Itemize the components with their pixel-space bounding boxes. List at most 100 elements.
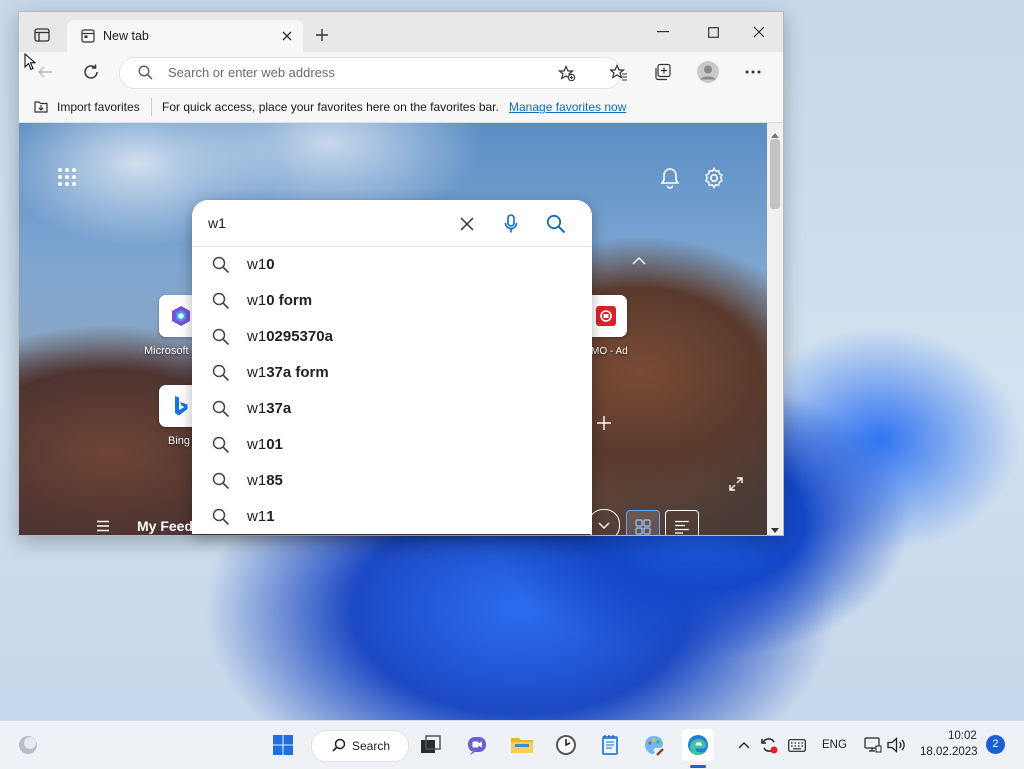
suggestion-completion: 0 — [266, 256, 275, 273]
import-favorites-icon — [33, 99, 49, 117]
suggestion-search-icon — [212, 292, 230, 313]
feed-dropdown-chevron-icon[interactable] — [588, 509, 620, 535]
list-layout-icon[interactable] — [665, 510, 699, 535]
bing-icon — [173, 395, 189, 420]
profile-avatar-icon[interactable] — [695, 59, 721, 85]
suggestion-search-icon — [212, 256, 230, 277]
collapse-chevron-up-icon[interactable] — [629, 253, 649, 269]
back-arrow-icon[interactable] — [33, 61, 57, 83]
new-tab-plus-icon[interactable] — [311, 24, 333, 46]
taskbar-search-box[interactable]: Search — [311, 730, 409, 762]
collections-icon[interactable] — [651, 61, 675, 83]
grid-layout-icon[interactable] — [626, 510, 660, 535]
suggestion-search-icon — [212, 328, 230, 349]
tab-title: New tab — [103, 29, 149, 43]
input-language-indicator[interactable]: ENG — [822, 739, 847, 751]
file-explorer-icon[interactable] — [506, 729, 538, 761]
scrollbar-thumb[interactable] — [770, 139, 780, 209]
add-favorite-star-icon[interactable] — [556, 63, 578, 83]
suggestion-typed: w1 — [247, 508, 267, 525]
tile-label-bing: Bing — [168, 435, 191, 447]
sync-status-icon[interactable] — [758, 734, 780, 756]
search-input[interactable]: w1 — [208, 215, 226, 231]
suggestion-item[interactable]: w10 — [192, 247, 592, 283]
suggestion-completion: 1 — [266, 508, 275, 525]
clock-date[interactable]: 18.02.2023 — [920, 746, 978, 758]
refresh-icon[interactable] — [79, 61, 103, 83]
paint-icon[interactable] — [638, 729, 670, 761]
suggestion-item[interactable]: w10 form — [192, 283, 592, 319]
suggestion-item[interactable]: w10295370a — [192, 319, 592, 355]
tab-bar: New tab — [19, 12, 783, 52]
suggestion-search-icon — [212, 472, 230, 493]
suggestion-completion: 85 — [266, 472, 283, 489]
suggestion-item[interactable]: w101 — [192, 427, 592, 463]
suggestion-completion: 0295370a — [266, 328, 333, 345]
suggestion-completion: 37a form — [266, 364, 329, 381]
task-view-icon[interactable] — [415, 729, 447, 761]
ad-site-icon — [596, 306, 616, 329]
suggestion-typed: w1 — [247, 436, 267, 453]
more-options-icon[interactable] — [741, 61, 765, 83]
tab-actions-icon[interactable] — [31, 24, 53, 46]
start-windows-icon[interactable] — [267, 729, 299, 761]
weather-widget-icon[interactable] — [12, 729, 44, 761]
apps-launcher-icon[interactable] — [57, 165, 77, 189]
feed-menu-icon[interactable] — [93, 516, 113, 535]
add-shortcut-plus-icon[interactable] — [593, 412, 615, 434]
suggestion-typed: w1 — [247, 400, 267, 417]
notifications-bell-icon[interactable] — [657, 165, 683, 191]
favorites-icon[interactable] — [607, 61, 631, 83]
manage-favorites-link[interactable]: Manage favorites now — [509, 100, 626, 114]
search-icon — [138, 65, 153, 83]
my-feed-label[interactable]: My Feed — [137, 518, 193, 534]
suggestion-item[interactable]: w137a form — [192, 355, 592, 391]
notepad-icon[interactable] — [594, 729, 626, 761]
taskbar: Search ENG 10:02 18.02.2023 2 — [0, 720, 1024, 769]
clear-search-icon[interactable] — [456, 213, 478, 235]
copilot-icon — [170, 305, 192, 330]
minimize-icon[interactable] — [651, 24, 675, 40]
import-favorites-button[interactable]: Import favorites — [57, 100, 140, 114]
address-bar[interactable]: Search or enter web address — [119, 57, 621, 89]
clock-app-icon[interactable] — [550, 729, 582, 761]
teams-chat-icon[interactable] — [461, 729, 493, 761]
page-scrollbar[interactable] — [767, 123, 783, 535]
notification-count-badge[interactable]: 2 — [986, 735, 1005, 754]
suggestion-search-icon — [212, 400, 230, 421]
show-hidden-icons-chevron-icon[interactable] — [734, 735, 754, 755]
suggestion-search-icon — [212, 364, 230, 385]
search-submit-icon[interactable] — [544, 212, 568, 236]
maximize-icon[interactable] — [701, 24, 725, 40]
suggestion-search-icon — [212, 508, 230, 529]
page-settings-gear-icon[interactable] — [701, 165, 727, 191]
suggestion-completion: 37a — [266, 400, 292, 417]
suggestion-item[interactable]: w11 — [192, 499, 592, 534]
favorites-bar-hint: For quick access, place your favorites h… — [162, 100, 499, 114]
network-status-icon[interactable] — [862, 734, 884, 756]
suggestion-typed: w1 — [247, 472, 267, 489]
search-suggestions-box: w1 w10 w10 form w10295370a w137a form w1… — [192, 200, 592, 534]
close-tab-icon[interactable] — [279, 28, 295, 44]
expand-fullscreen-icon[interactable] — [725, 473, 747, 495]
favorites-divider — [151, 98, 152, 116]
voice-search-microphone-icon[interactable] — [500, 212, 522, 236]
volume-speaker-icon[interactable] — [886, 734, 908, 756]
tile-label-microsoft: Microsoft — [144, 345, 189, 357]
tile-label-ad: MO - Ad — [591, 346, 628, 357]
scroll-down-arrow-icon[interactable] — [771, 523, 779, 537]
suggestion-typed: w1 — [247, 256, 267, 273]
suggestion-typed: w1 — [247, 364, 267, 381]
tab-new-tab[interactable]: New tab — [67, 20, 303, 52]
touch-keyboard-icon[interactable] — [786, 734, 808, 756]
suggestion-completion: 01 — [266, 436, 283, 453]
favorites-bar: Import favorites For quick access, place… — [19, 92, 783, 123]
clock-time[interactable]: 10:02 — [948, 730, 977, 742]
close-window-icon[interactable] — [747, 24, 771, 40]
navigation-bar: Search or enter web address — [19, 52, 783, 92]
edge-browser-icon[interactable] — [682, 729, 714, 761]
suggestion-search-icon — [212, 436, 230, 457]
suggestion-item[interactable]: w137a — [192, 391, 592, 427]
suggestion-typed: w1 — [247, 292, 267, 309]
suggestion-item[interactable]: w185 — [192, 463, 592, 499]
